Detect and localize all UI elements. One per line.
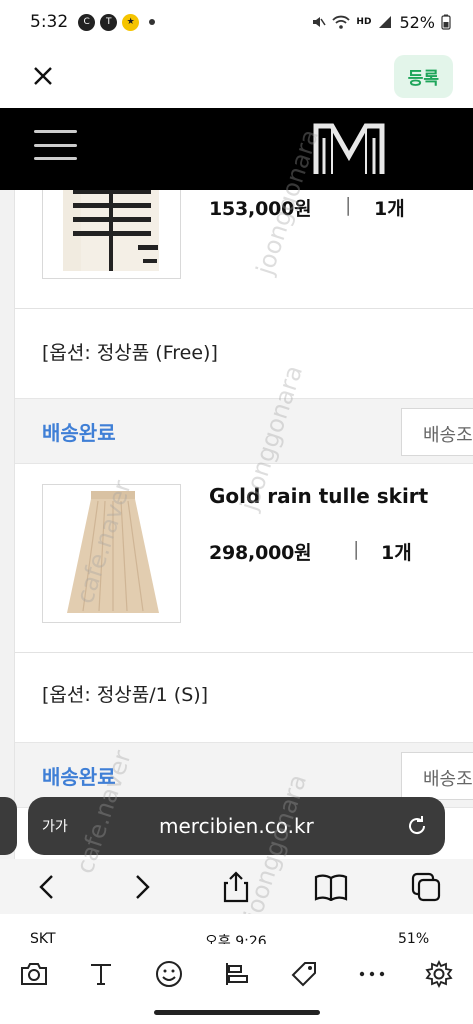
wifi-icon	[332, 15, 351, 29]
attached-screenshot: 153,000원 | 1개 [옵션: 정상품 (Free)] 배송완료 배송조회…	[0, 108, 473, 914]
tag-icon[interactable]	[270, 944, 338, 1004]
forward-icon[interactable]	[95, 859, 190, 914]
yellow-app-icon: ★	[122, 13, 140, 31]
carrier-label: SKT	[30, 931, 56, 944]
product-thumbnail-skirt[interactable]	[42, 484, 181, 623]
bookmarks-icon[interactable]	[284, 859, 379, 914]
track-delivery-button[interactable]: 배송조회	[401, 408, 473, 456]
register-button[interactable]: 등록	[393, 54, 453, 98]
site-header	[0, 108, 473, 190]
status-time: 5:32	[30, 12, 69, 32]
shipping-status-bar: 배송완료 배송조회	[15, 398, 473, 464]
back-icon[interactable]	[0, 859, 95, 914]
share-icon[interactable]	[189, 859, 284, 914]
editor-toolbar	[0, 944, 473, 1004]
hd-voice-icon: HD	[356, 17, 372, 27]
status-bar: 5:32 C T ★ HD 52%	[0, 0, 473, 44]
tabs-icon[interactable]	[378, 859, 473, 914]
mute-icon	[313, 17, 327, 27]
align-icon[interactable]	[203, 944, 271, 1004]
shipping-status: 배송완료	[42, 765, 116, 789]
shipping-status: 배송완료	[42, 421, 116, 445]
address-bar[interactable]: 가가 mercibien.co.kr	[28, 797, 445, 855]
hamburger-icon[interactable]	[34, 130, 77, 160]
signal-icon	[379, 16, 392, 28]
product-name[interactable]: Gold rain tulle skirt	[209, 484, 428, 508]
mercibien-logo[interactable]	[310, 116, 388, 180]
second-time: 오후 9:26	[205, 934, 267, 944]
reload-icon[interactable]	[405, 814, 429, 838]
embedded-status-bar: SKT 오후 9:26 51%	[0, 914, 473, 944]
product-thumbnail-cardigan[interactable]	[42, 180, 181, 279]
product-option: [옵션: 정상품/1 (S)]	[42, 684, 209, 706]
product-price: 298,000원	[209, 542, 312, 564]
divider	[15, 308, 473, 309]
price-qty-separator: |	[345, 194, 352, 216]
second-battery: 51%	[398, 931, 430, 944]
close-icon[interactable]	[28, 61, 58, 91]
product-price: 153,000원	[209, 198, 312, 220]
c-icon: C	[78, 13, 96, 31]
talk-icon: T	[100, 13, 118, 31]
status-right: HD 52%	[310, 13, 451, 32]
browser-toolbar	[0, 859, 473, 914]
product-quantity: 1개	[381, 542, 412, 564]
battery-percent: 52%	[399, 12, 435, 32]
track-delivery-button[interactable]: 배송조회	[401, 752, 473, 800]
url-text[interactable]: mercibien.co.kr	[68, 814, 405, 838]
product-quantity: 1개	[374, 198, 405, 220]
divider	[15, 652, 473, 653]
camera-icon[interactable]	[0, 944, 68, 1004]
emoji-icon[interactable]	[135, 944, 203, 1004]
notification-dot-icon	[149, 19, 156, 25]
battery-icon	[441, 14, 451, 30]
home-indicator	[154, 1010, 320, 1015]
product-option: [옵션: 정상품 (Free)]	[42, 342, 218, 364]
text-icon[interactable]	[68, 944, 136, 1004]
previous-tab-peek[interactable]	[0, 797, 17, 855]
settings-icon[interactable]	[405, 944, 473, 1004]
text-size-button[interactable]: 가가	[42, 816, 68, 836]
browser-address-area: 가가 mercibien.co.kr	[0, 795, 473, 859]
editor-top-bar: 등록	[0, 44, 473, 108]
price-qty-separator: |	[353, 538, 360, 560]
more-icon[interactable]	[338, 944, 406, 1004]
